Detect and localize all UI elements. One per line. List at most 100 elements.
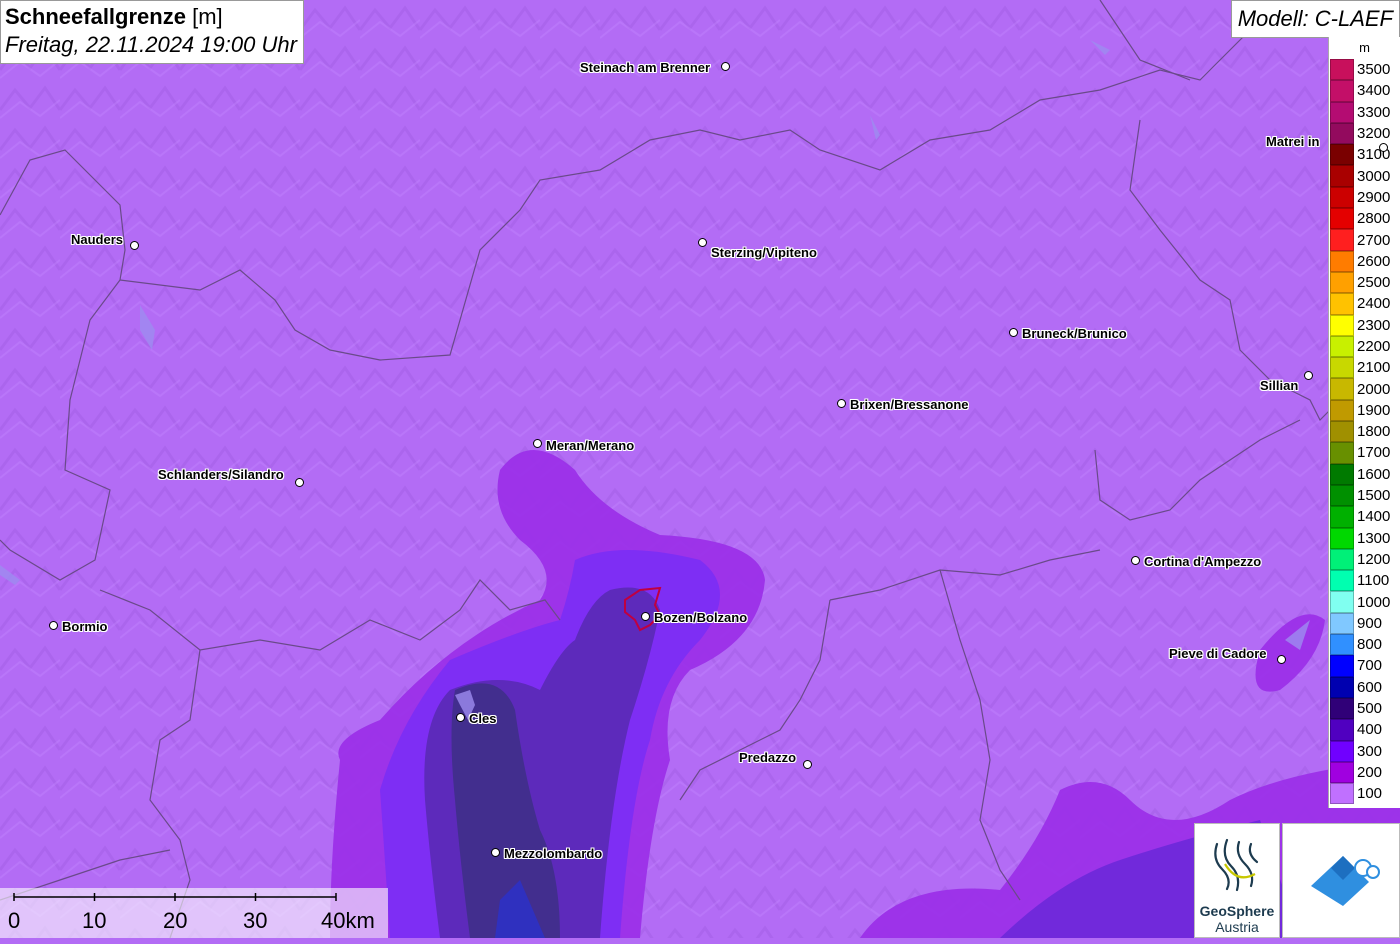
city-marker[interactable]: [491, 848, 500, 857]
legend-row: 3200: [1329, 122, 1400, 145]
legend-row: 2200: [1329, 335, 1400, 358]
legend-row: 3300: [1329, 101, 1400, 123]
city-label: Sterzing/Vipiteno: [711, 245, 817, 260]
legend-row: 500: [1329, 697, 1400, 720]
legend-row: 800: [1329, 634, 1400, 656]
legend-row: 3400: [1329, 80, 1400, 102]
color-legend: m 3500 3400 3300 3200 3100 3000 2900 2800 2700 26…: [1328, 37, 1400, 809]
legend-swatch: [1330, 80, 1354, 102]
legend-swatch: [1330, 421, 1354, 443]
legend-label: 100: [1357, 785, 1383, 803]
city-marker[interactable]: [533, 439, 542, 448]
city-marker[interactable]: [641, 612, 650, 621]
geosphere-name: GeoSphere: [1199, 903, 1275, 919]
legend-row: 2600: [1329, 250, 1400, 272]
legend-label: 900: [1357, 614, 1383, 632]
legend-label: 1500: [1357, 487, 1391, 505]
legend-row: 2800: [1329, 208, 1400, 230]
city-marker[interactable]: [721, 62, 730, 71]
legend-label: 1000: [1357, 593, 1391, 611]
city-label: Bormio: [62, 619, 108, 634]
legend-swatch: [1330, 697, 1354, 720]
title-main-text: Schneefallgrenze: [5, 4, 186, 29]
city-marker[interactable]: [295, 478, 304, 487]
legend-label: 300: [1357, 742, 1383, 760]
legend-row: 1200: [1329, 548, 1400, 571]
legend-row: 2900: [1329, 186, 1400, 209]
legend-swatch: [1330, 144, 1354, 166]
city-marker[interactable]: [837, 399, 846, 408]
city-label: Meran/Merano: [546, 438, 635, 453]
city-label: Brixen/Bressanone: [850, 397, 969, 412]
legend-label: 3200: [1357, 125, 1391, 143]
legend-row: 1900: [1329, 399, 1400, 422]
scale-label-30: 30: [243, 908, 268, 933]
city-marker[interactable]: [1379, 143, 1388, 152]
legend-swatch: [1330, 250, 1354, 272]
legend-row: 600: [1329, 676, 1400, 698]
map-title: Schneefallgrenze [m]: [5, 3, 297, 31]
legend-row: 900: [1329, 612, 1400, 635]
legend-swatch: [1330, 463, 1354, 485]
legend-swatch: [1330, 314, 1354, 336]
city-label: Cortina d'Ampezzo: [1144, 554, 1262, 569]
legend-row: 2500: [1329, 271, 1400, 294]
city-marker[interactable]: [1304, 371, 1313, 380]
city-marker[interactable]: [1277, 655, 1286, 664]
legend-swatch: [1330, 570, 1354, 592]
legend-label: 2400: [1357, 295, 1391, 313]
legend-swatch: [1330, 293, 1354, 315]
legend-label: 2100: [1357, 359, 1391, 377]
legend-swatch: [1330, 59, 1354, 81]
legend-label: 200: [1357, 763, 1383, 781]
city-label: Bruneck/Brunico: [1022, 326, 1127, 341]
scale-label-40: 40km: [321, 908, 375, 933]
city-marker[interactable]: [803, 760, 812, 769]
legend-swatch: [1330, 484, 1354, 507]
city-label: Matrei in: [1266, 134, 1320, 149]
city-marker[interactable]: [130, 241, 139, 250]
geosphere-logo[interactable]: GeoSphere Austria: [1194, 823, 1280, 938]
legend-label: 2500: [1357, 274, 1391, 292]
legend-swatch: [1330, 506, 1354, 528]
legend-swatch: [1330, 122, 1354, 145]
geosphere-country: Austria: [1215, 919, 1259, 935]
legend-swatch: [1330, 634, 1354, 656]
legend-label: 3500: [1357, 61, 1391, 79]
legend-row: 300: [1329, 740, 1400, 762]
forecast-datetime: Freitag, 22.11.2024 19:00 Uhr: [5, 32, 297, 57]
city-marker[interactable]: [698, 238, 707, 247]
legend-row: 1500: [1329, 484, 1400, 507]
legend-label: 2600: [1357, 252, 1391, 270]
legend-row: 1000: [1329, 591, 1400, 613]
title-unit: [m]: [192, 4, 223, 29]
legend-row: 2700: [1329, 229, 1400, 251]
legend-label: 1600: [1357, 465, 1391, 483]
legend-label: 2000: [1357, 380, 1391, 398]
city-marker[interactable]: [1009, 328, 1018, 337]
legend-row: 2100: [1329, 357, 1400, 379]
city-marker[interactable]: [49, 621, 58, 630]
legend-swatch: [1330, 527, 1354, 549]
legend-swatch: [1330, 335, 1354, 358]
city-marker[interactable]: [456, 713, 465, 722]
partner-logo[interactable]: [1282, 823, 1400, 938]
legend-label: 1300: [1357, 529, 1391, 547]
legend-swatch: [1330, 208, 1354, 230]
legend-row: 700: [1329, 655, 1400, 677]
scale-bar: 0 10 20 30 40km: [0, 888, 388, 938]
city-label: Steinach am Brenner: [580, 60, 711, 75]
legend-label: 3400: [1357, 82, 1391, 100]
title-box: Schneefallgrenze [m] Freitag, 22.11.2024…: [0, 0, 304, 64]
city-marker[interactable]: [1131, 556, 1140, 565]
legend-row: 3000: [1329, 165, 1400, 187]
legend-label: 2700: [1357, 231, 1391, 249]
legend-label: 3000: [1357, 167, 1391, 185]
legend-label: 400: [1357, 721, 1383, 739]
scale-label-10: 10: [82, 908, 107, 933]
legend-label: 800: [1357, 636, 1383, 654]
legend-row: 200: [1329, 761, 1400, 784]
legend-swatch: [1330, 548, 1354, 571]
scale-label-0: 0: [8, 908, 21, 933]
legend-swatch: [1330, 591, 1354, 613]
